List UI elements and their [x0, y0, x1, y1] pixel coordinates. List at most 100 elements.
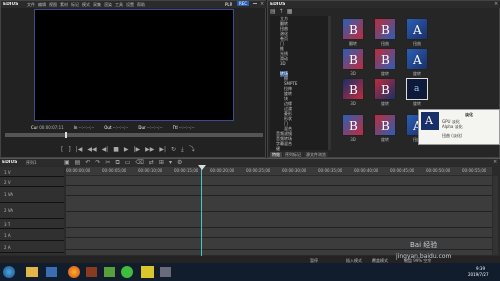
- thumb-glyph: B: [381, 53, 390, 67]
- settings-icon[interactable]: ⚙: [177, 160, 182, 166]
- track-header: 1 V: [0, 167, 64, 177]
- effect-thumb[interactable]: B: [342, 18, 364, 40]
- menu-marker[interactable]: 标记: [71, 2, 79, 7]
- menu-clip[interactable]: 素材: [60, 2, 68, 7]
- menu-file[interactable]: 文件: [27, 2, 35, 7]
- firefox-taskbar-icon[interactable]: [68, 266, 80, 278]
- up-folder-icon[interactable]: ↑: [279, 9, 284, 15]
- player-scrub-bar[interactable]: [5, 133, 263, 137]
- effect-label: 3D: [350, 137, 356, 142]
- menu-view[interactable]: 视图: [49, 2, 57, 7]
- playhead-handle[interactable]: [198, 165, 206, 170]
- effect-thumb[interactable]: B: [374, 114, 396, 136]
- player-window: EDIUS 文件 编辑 视图 素材 标记 模式 采集 渲染 工具 设置 帮助 P…: [0, 0, 267, 158]
- effect-tooltip: A 淡化 GPU 淡化 Alpha 淡化 扭曲 (淡化): [418, 109, 500, 145]
- watermark-url: jingyan.baidu.com: [396, 253, 452, 260]
- app-title: EDIUS: [3, 2, 19, 7]
- tooltip-preview: A: [421, 112, 439, 130]
- track-header: 1 A: [0, 229, 64, 241]
- media-taskbar-icon[interactable]: [46, 267, 57, 277]
- menu-help[interactable]: 帮助: [137, 2, 145, 7]
- playhead[interactable]: [201, 167, 202, 257]
- effect-thumb[interactable]: B: [342, 48, 364, 70]
- edius-taskbar-icon[interactable]: [104, 267, 115, 277]
- set-out-icon[interactable]: ]: [68, 147, 70, 155]
- step-back-icon[interactable]: ◀|: [102, 147, 109, 155]
- sequence-tab[interactable]: 序列1: [26, 160, 37, 165]
- tab-source-browser[interactable]: 源文件浏览: [304, 152, 328, 157]
- effect-thumb[interactable]: B: [342, 114, 364, 136]
- next-edit-icon[interactable]: ▶|: [159, 147, 166, 155]
- explorer-taskbar-icon[interactable]: [26, 267, 38, 277]
- menu-tools[interactable]: 工具: [115, 2, 123, 7]
- menu-settings[interactable]: 设置: [126, 2, 134, 7]
- time-ruler[interactable]: 00:00:00;00 00:00:05;00 00:00:10;00 00:0…: [66, 167, 492, 175]
- menu-render[interactable]: 渲染: [104, 2, 112, 7]
- track-lane[interactable]: [66, 228, 492, 238]
- snap-icon[interactable]: ⊞: [159, 160, 164, 166]
- cut-icon[interactable]: ✂: [105, 160, 110, 166]
- effect-thumb[interactable]: A: [406, 18, 428, 40]
- mode-rec-button[interactable]: REC: [237, 1, 250, 6]
- menu-bar: 文件 编辑 视图 素材 标记 模式 采集 渲染 工具 设置 帮助: [27, 2, 145, 7]
- tc-cur: Cur 00:00:07;11: [31, 125, 64, 130]
- tab-effects[interactable]: 特效: [270, 152, 282, 157]
- effect-thumb-selected[interactable]: a: [406, 78, 428, 100]
- effect-thumb[interactable]: A: [406, 48, 428, 70]
- effect-label: 旋转: [381, 137, 389, 142]
- tree-item[interactable]: 3D: [280, 61, 286, 66]
- insert-icon[interactable]: ⤵: [189, 147, 195, 155]
- menu-edit[interactable]: 编辑: [38, 2, 46, 7]
- loop-icon[interactable]: ↻: [171, 147, 176, 155]
- undo-icon[interactable]: ↶: [85, 160, 90, 166]
- redo-icon[interactable]: ↷: [95, 160, 100, 166]
- track-lane[interactable]: [66, 212, 492, 228]
- track-label: 2 V: [4, 180, 11, 185]
- set-in-icon[interactable]: [: [61, 147, 63, 155]
- close-icon[interactable]: ×: [260, 1, 264, 7]
- tree-toggle-icon[interactable]: ▤: [270, 9, 276, 15]
- track-lane[interactable]: [66, 196, 492, 212]
- new-sequence-icon[interactable]: ▣: [64, 160, 70, 166]
- thumb-glyph: B: [349, 119, 358, 133]
- thumb-glyph: A: [425, 114, 433, 127]
- copy-icon[interactable]: ⧉: [115, 160, 119, 166]
- tab-sequence-markers[interactable]: 序列标记: [283, 152, 303, 157]
- mode-plr-button[interactable]: PLR: [225, 2, 232, 7]
- menu-mode[interactable]: 模式: [82, 2, 90, 7]
- rewind-icon[interactable]: ◀◀: [87, 147, 96, 155]
- fast-forward-icon[interactable]: ▶▶: [145, 147, 154, 155]
- overwrite-icon[interactable]: ⤓: [181, 147, 184, 155]
- effect-thumb[interactable]: B: [374, 18, 396, 40]
- paste-icon[interactable]: ▭: [125, 160, 131, 166]
- track-lane[interactable]: [66, 176, 492, 186]
- scrub-position[interactable]: [65, 132, 67, 138]
- menu-capture[interactable]: 采集: [93, 2, 101, 7]
- tooltip-title: 淡化: [465, 112, 473, 117]
- minimize-icon[interactable]: [253, 3, 257, 4]
- wechat-taskbar-icon[interactable]: [121, 266, 133, 278]
- effect-thumb[interactable]: B: [374, 78, 396, 100]
- stop-icon[interactable]: ■: [113, 147, 119, 155]
- effect-thumb[interactable]: B: [342, 78, 364, 100]
- ripple-icon[interactable]: ⇄: [149, 160, 154, 166]
- play-icon[interactable]: ▶: [124, 147, 129, 155]
- timeline-vscroll[interactable]: [493, 176, 498, 255]
- app-taskbar-icon[interactable]: [160, 267, 171, 277]
- start-button[interactable]: [3, 266, 15, 278]
- delete-icon[interactable]: ⌫: [135, 160, 143, 166]
- effects-titlebar: EDIUS ×: [268, 1, 500, 8]
- view-icon[interactable]: ▦: [287, 9, 293, 15]
- save-icon[interactable]: ▤: [75, 160, 81, 166]
- photo-taskbar-icon[interactable]: [86, 267, 97, 277]
- effect-thumb[interactable]: B: [374, 48, 396, 70]
- video-taskbar-icon[interactable]: [141, 266, 154, 278]
- prev-edit-icon[interactable]: |◀: [76, 147, 83, 155]
- track-lane[interactable]: [66, 186, 492, 196]
- ruler-tick: 00:00:55;00: [462, 168, 487, 173]
- step-forward-icon[interactable]: |▶: [134, 147, 141, 155]
- timeline-close-icon[interactable]: ×: [493, 159, 497, 165]
- marker-icon[interactable]: ▾: [169, 160, 172, 166]
- effects-close-icon[interactable]: ×: [494, 1, 498, 7]
- tree-scrollbar[interactable]: [328, 16, 331, 150]
